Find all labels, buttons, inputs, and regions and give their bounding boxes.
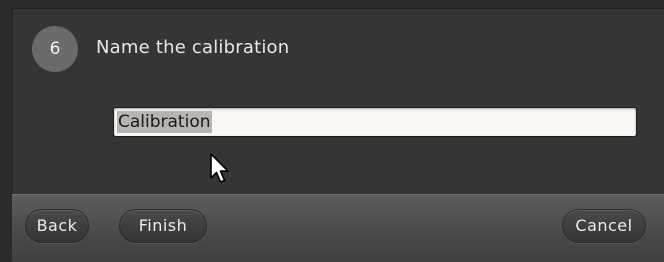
step-number-badge: 6: [32, 26, 78, 72]
calibration-name-input[interactable]: [113, 107, 637, 137]
back-button[interactable]: Back: [25, 209, 89, 243]
calibration-window: 6 Name the calibration Calibration Back …: [0, 0, 664, 262]
cancel-button[interactable]: Cancel: [562, 209, 646, 243]
wizard-button-bar: Back Finish Cancel: [12, 194, 664, 262]
step-title: Name the calibration: [96, 37, 290, 58]
finish-button[interactable]: Finish: [119, 209, 207, 243]
mouse-pointer-icon: [210, 153, 229, 183]
